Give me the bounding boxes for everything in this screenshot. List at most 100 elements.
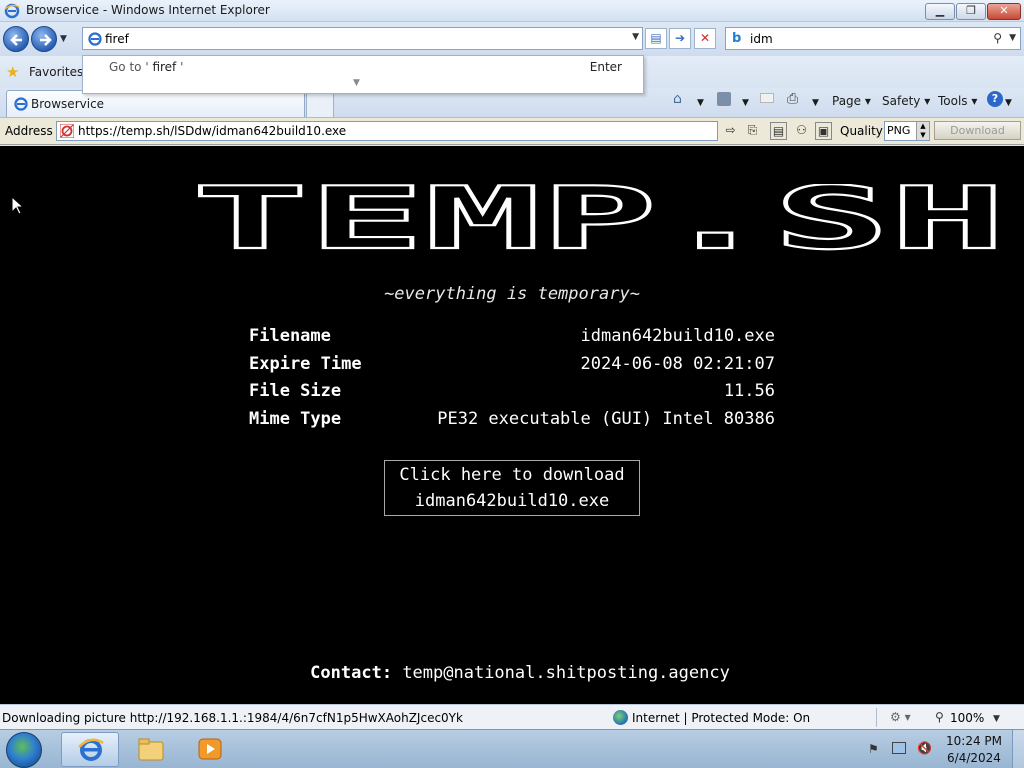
compatibility-view-button[interactable]: ▤ <box>645 28 667 49</box>
back-button[interactable] <box>3 26 29 52</box>
taskbar-internet-explorer[interactable] <box>61 732 119 767</box>
minimize-button[interactable]: ▁ <box>925 3 955 20</box>
bookmarks-list-icon[interactable]: ▤ <box>770 122 787 140</box>
close-button[interactable]: ✕ <box>987 3 1021 20</box>
network-icon[interactable] <box>892 742 906 754</box>
help-icon[interactable]: ? <box>987 91 1003 107</box>
window-title: Browservice - Windows Internet Explorer <box>26 3 270 17</box>
filename-label: Filename <box>249 326 331 346</box>
show-desktop-button[interactable] <box>1012 730 1024 768</box>
search-box[interactable]: b ⚲ ▼ <box>725 27 1021 50</box>
url-ie-icon <box>60 124 74 138</box>
volume-muted-icon[interactable]: 🔇 <box>917 741 932 755</box>
page-content: TEMP.SH ~everything is temporary~ Filena… <box>0 146 1024 704</box>
goto-suffix: ' <box>180 60 184 74</box>
stop-button[interactable]: ✕ <box>694 28 716 49</box>
recent-pages-dropdown[interactable]: ▼ <box>60 34 67 44</box>
address-autocomplete-dropdown: Go to ' firef ' Enter ▼ <box>82 55 644 94</box>
page-menu[interactable]: Page ▾ <box>832 94 871 108</box>
forward-arrow-icon <box>40 34 52 46</box>
home-icon[interactable]: ⌂ <box>673 91 682 107</box>
protected-mode-icon[interactable]: ⚙ ▾ <box>890 710 911 724</box>
back-arrow-icon <box>10 34 22 46</box>
mime-type-value: PE32 executable (GUI) Intel 80386 <box>437 408 775 429</box>
address-caption: Address <box>5 124 53 138</box>
status-divider <box>876 708 877 727</box>
security-zone[interactable]: Internet | Protected Mode: On <box>632 711 810 725</box>
help-dropdown-icon[interactable]: ▼ <box>1005 98 1012 108</box>
new-tab-button[interactable] <box>306 92 334 117</box>
print-dropdown-icon[interactable]: ▼ <box>812 98 819 108</box>
find-icon[interactable]: ⚇ <box>793 122 810 140</box>
clock-date[interactable]: 6/4/2024 <box>944 751 1004 765</box>
mouse-cursor-icon <box>11 196 25 215</box>
quality-spinner-icon[interactable]: ▲ ▼ <box>916 122 929 140</box>
file-info-row: Expire Time 2024-06-08 02:21:07 <box>249 354 775 382</box>
title-bar: Browservice - Windows Internet Explorer … <box>0 0 1024 22</box>
tools-menu[interactable]: Tools ▾ <box>938 94 977 108</box>
quality-select[interactable]: PNG ▲ ▼ <box>884 121 930 141</box>
remote-url-field[interactable]: https://temp.sh/lSDdw/idman642build10.ex… <box>56 121 718 141</box>
quality-label: Quality <box>840 124 883 138</box>
autocomplete-goto-item[interactable]: Go to ' firef ' <box>109 60 183 74</box>
remote-go-icon[interactable]: ⇨ <box>722 122 739 140</box>
taskbar-media-player[interactable] <box>181 732 239 767</box>
zoom-level[interactable]: 100% <box>950 711 984 725</box>
remote-address-bar: Address https://temp.sh/lSDdw/idman642bu… <box>0 118 1024 145</box>
ie-app-icon <box>4 3 20 19</box>
file-info-row: Mime Type PE32 executable (GUI) Intel 80… <box>249 409 775 437</box>
tab-label: Browservice <box>31 97 105 111</box>
safety-menu[interactable]: Safety ▾ <box>882 94 930 108</box>
download-link-line2: idman642build10.exe <box>414 491 610 511</box>
filename-value: idman642build10.exe <box>580 326 775 346</box>
expire-time-label: Expire Time <box>249 353 362 374</box>
status-bar: Downloading picture http://192.168.1.1.:… <box>0 704 1024 729</box>
search-icon[interactable]: ⚲ <box>993 31 1002 45</box>
address-bar[interactable]: ▼ <box>82 27 643 50</box>
download-file-link[interactable]: Click here to download idman642build10.e… <box>384 460 640 516</box>
goto-prefix: Go to ' <box>109 60 149 74</box>
goto-term: firef <box>148 60 181 74</box>
remote-url-text: https://temp.sh/lSDdw/idman642build10.ex… <box>78 124 347 138</box>
taskbar: ⚑ 🔇 10:24 PM 6/4/2024 <box>0 729 1024 768</box>
navigation-bar: ▼ ▼ ▤ ➔ ✕ b ⚲ ▼ <box>0 22 1024 56</box>
address-dropdown-icon[interactable]: ▼ <box>632 32 639 42</box>
file-size-label: File Size <box>249 381 342 401</box>
tab-browservice[interactable]: Browservice <box>6 90 305 117</box>
status-text: Downloading picture http://192.168.1.1.:… <box>2 711 464 725</box>
clock-time[interactable]: 10:24 PM <box>944 734 1004 748</box>
clipboard-icon[interactable]: ▣ <box>815 122 832 140</box>
page-ie-icon <box>88 32 102 46</box>
contact-label: Contact: <box>310 663 393 683</box>
download-button[interactable]: Download <box>934 121 1021 140</box>
contact-email[interactable]: temp@national.shitposting.agency <box>402 663 730 683</box>
tab-ie-icon <box>14 97 28 111</box>
address-input[interactable] <box>105 30 625 47</box>
search-options-dropdown-icon[interactable]: ▼ <box>1009 33 1016 43</box>
taskbar-file-explorer[interactable] <box>122 732 180 767</box>
start-button[interactable] <box>6 732 42 768</box>
logo-text: TEMP.SH <box>192 184 1006 252</box>
maximize-button[interactable]: ❐ <box>956 3 986 20</box>
home-dropdown-icon[interactable]: ▼ <box>697 98 704 108</box>
mime-type-label: Mime Type <box>249 408 342 429</box>
print-icon[interactable]: ⎙ <box>787 91 798 107</box>
action-center-flag-icon[interactable]: ⚑ <box>868 742 879 756</box>
go-button[interactable]: ➔ <box>669 28 691 49</box>
zoom-icon[interactable]: ⚲ <box>935 710 944 724</box>
feeds-icon[interactable] <box>717 92 731 106</box>
file-info-row: Filename idman642build10.exe <box>249 326 775 354</box>
quality-value: PNG <box>887 124 911 137</box>
zoom-dropdown-icon[interactable]: ▼ <box>993 714 1000 724</box>
search-input[interactable] <box>750 30 990 47</box>
file-info-table: Filename idman642build10.exe Expire Time… <box>249 326 775 436</box>
feeds-dropdown-icon[interactable]: ▼ <box>742 98 749 108</box>
autocomplete-expand-icon[interactable]: ▼ <box>353 78 360 88</box>
bookmark-icon[interactable]: ⎘ <box>744 122 761 140</box>
contact-line: Contact: temp@national.shitposting.agenc… <box>0 663 1024 683</box>
file-size-value: 11.56 <box>723 381 775 401</box>
favorites-label: Favorites <box>29 65 84 79</box>
forward-button[interactable] <box>31 26 57 52</box>
star-icon: ★ <box>6 63 20 81</box>
mail-icon[interactable] <box>760 93 774 103</box>
